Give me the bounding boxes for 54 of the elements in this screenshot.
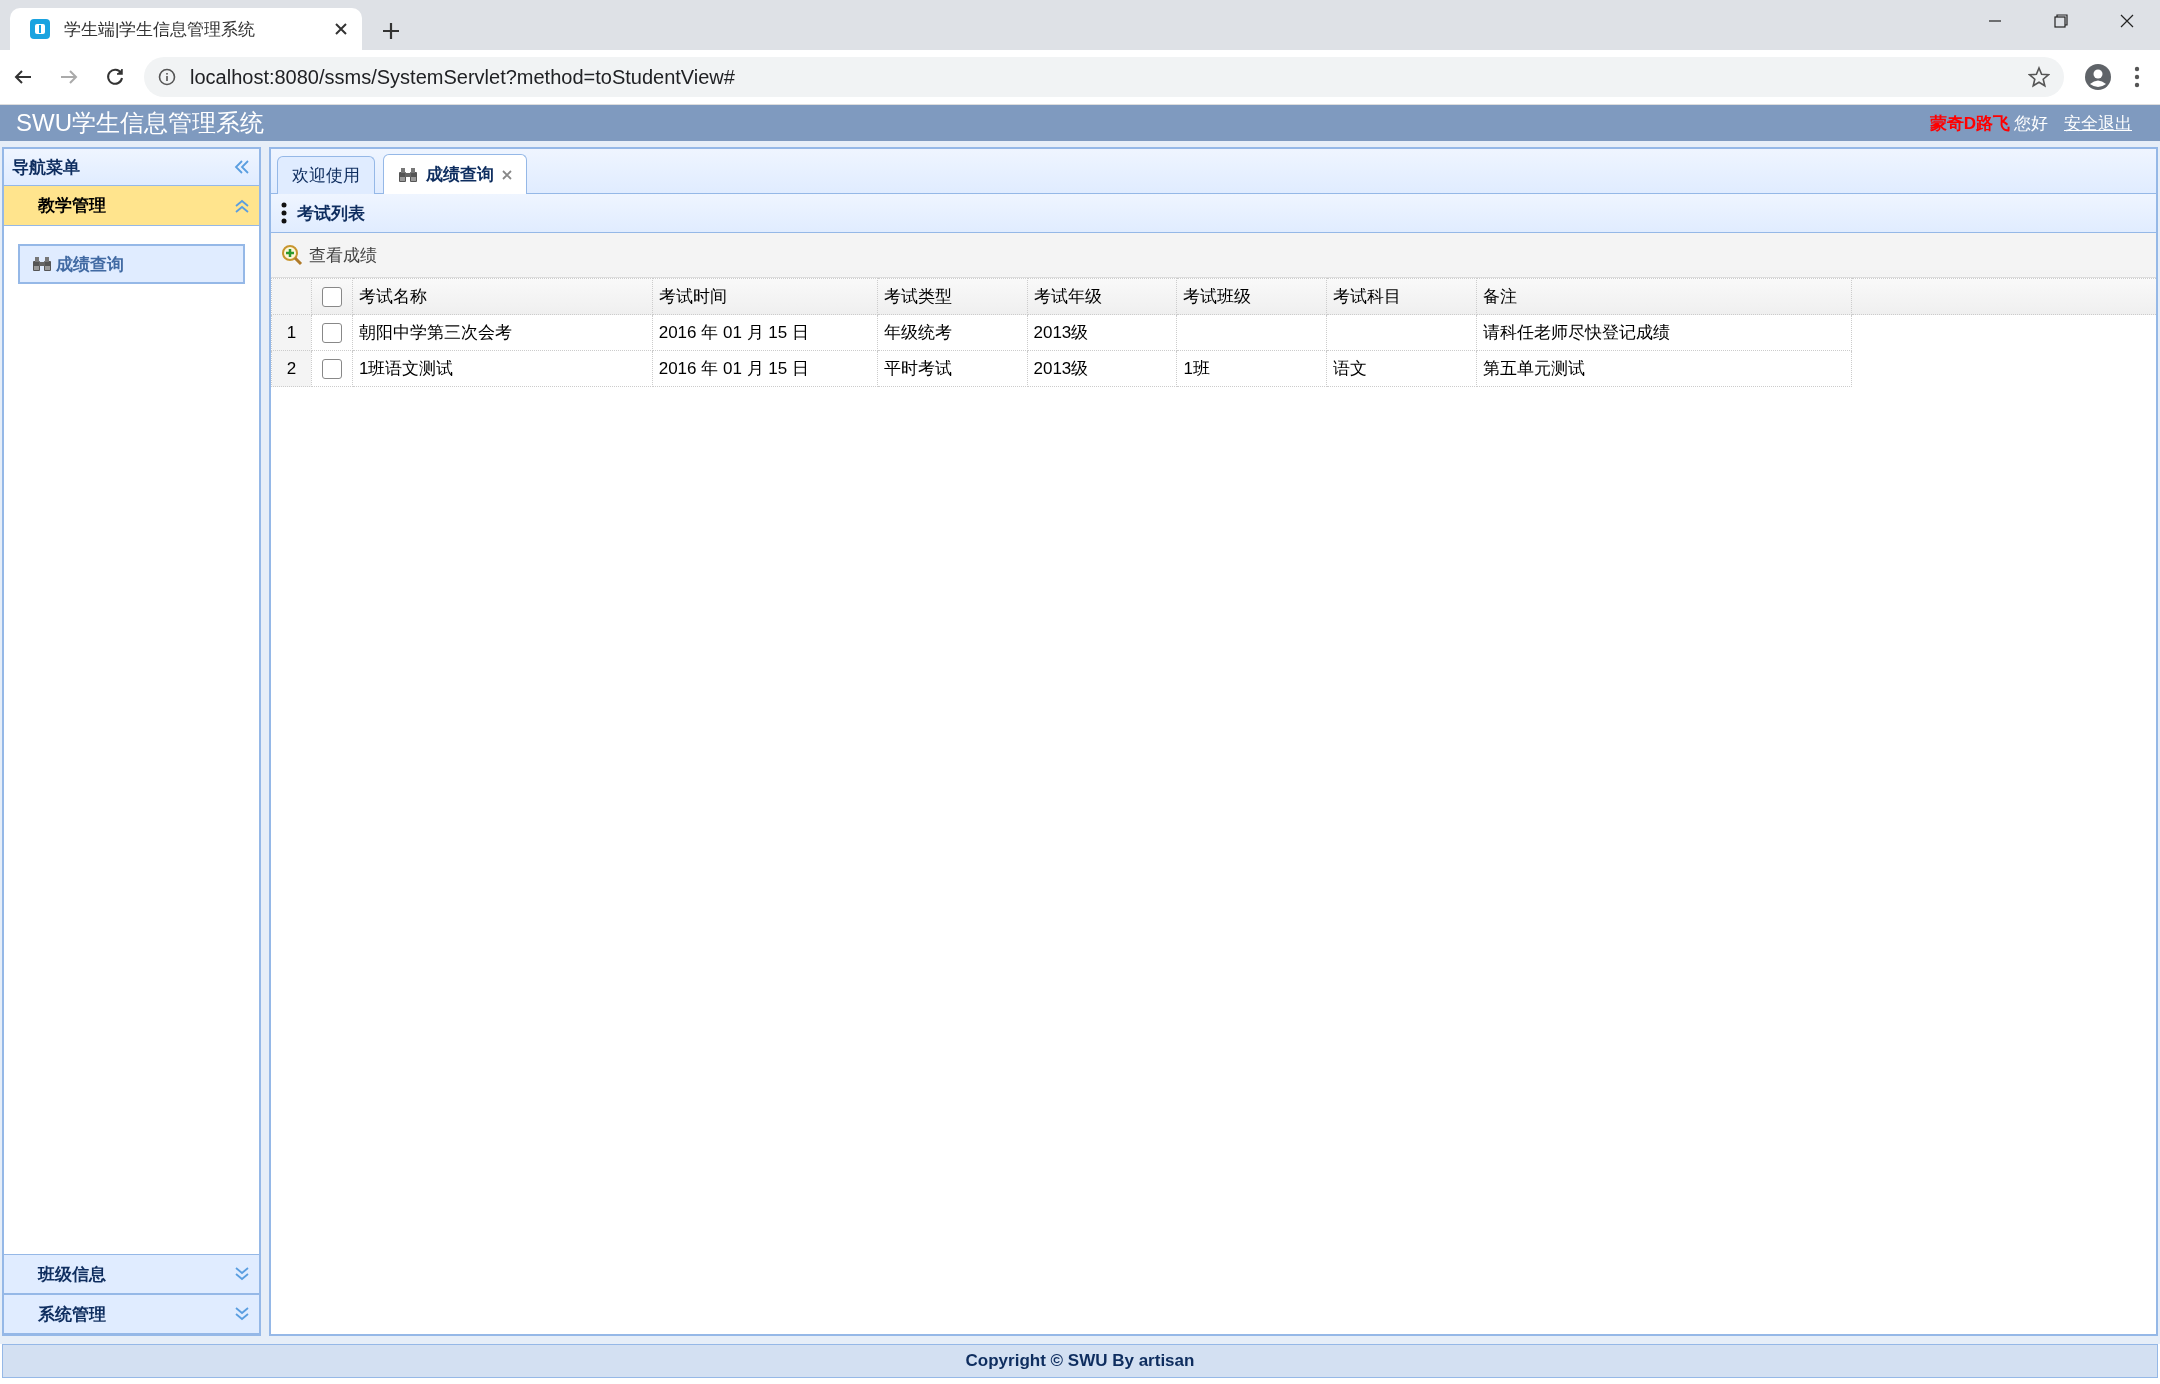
binoculars-icon: [32, 256, 52, 272]
sidebar-title: 导航菜单: [12, 156, 80, 179]
app-title: SWU学生信息管理系统: [16, 108, 265, 138]
close-icon[interactable]: [334, 22, 348, 36]
menu-item[interactable]: 成绩查询: [18, 244, 245, 284]
info-icon: [158, 68, 176, 86]
column-header[interactable]: 备注: [1476, 278, 1852, 315]
search-icon: [281, 244, 303, 266]
table-cell: 语文: [1326, 350, 1477, 387]
row-checkbox[interactable]: [321, 358, 342, 379]
table-cell: 平时考试: [877, 350, 1027, 387]
column-header[interactable]: 考试科目: [1326, 278, 1477, 315]
column-header[interactable]: 考试时间: [652, 278, 878, 315]
profile-icon[interactable]: [2084, 63, 2112, 91]
select-all-checkbox[interactable]: [321, 286, 342, 307]
collapse-icon[interactable]: [233, 197, 251, 214]
table-cell: 1班: [1176, 350, 1327, 387]
menu-icon[interactable]: [2134, 66, 2140, 88]
view-grades-button[interactable]: 查看成绩: [281, 243, 377, 267]
expand-icon[interactable]: [233, 1306, 251, 1322]
expand-icon[interactable]: [233, 1266, 251, 1282]
tab[interactable]: 成绩查询: [383, 154, 527, 194]
reload-icon[interactable]: [105, 67, 125, 87]
accordion-header[interactable]: 班级信息: [4, 1254, 259, 1294]
star-icon[interactable]: [2028, 66, 2050, 88]
column-header[interactable]: 考试年级: [1027, 278, 1177, 315]
table-cell: 请科任老师尽快登记成绩: [1476, 314, 1852, 351]
table-cell: 年级统考: [877, 314, 1027, 351]
row-checkbox[interactable]: [321, 322, 342, 343]
new-tab-icon[interactable]: [382, 22, 400, 40]
tab[interactable]: 欢迎使用: [277, 156, 375, 194]
table-cell: 2013级: [1027, 314, 1177, 351]
table-cell: 朝阳中学第三次会考: [352, 314, 653, 351]
user-name: 蒙奇D路飞: [1929, 112, 2010, 135]
more-icon[interactable]: [281, 202, 287, 224]
row-number: 1: [271, 314, 312, 351]
collapse-icon[interactable]: [233, 159, 251, 175]
table-cell: 2016 年 01 月 15 日: [652, 350, 878, 387]
site-icon: [30, 19, 50, 39]
greeting: 您好: [2014, 112, 2048, 135]
table-cell: 1班语文测试: [352, 350, 653, 387]
column-header[interactable]: 考试类型: [877, 278, 1027, 315]
table-cell: 2016 年 01 月 15 日: [652, 314, 878, 351]
table-cell: 第五单元测试: [1476, 350, 1852, 387]
address-bar[interactable]: localhost:8080/ssms/SystemServlet?method=toStudentView#: [144, 57, 2064, 97]
row-number: 2: [271, 350, 312, 387]
column-header[interactable]: 考试班级: [1176, 278, 1327, 315]
accordion-header[interactable]: 教学管理: [4, 186, 259, 226]
accordion-header[interactable]: 系统管理: [4, 1294, 259, 1334]
table-cell: 2013级: [1027, 350, 1177, 387]
binoculars-icon: [398, 166, 418, 183]
panel-title: 考试列表: [297, 202, 365, 225]
copyright-text: Copyright © SWU By artisan: [965, 1351, 1195, 1371]
column-header[interactable]: 考试名称: [352, 278, 653, 315]
